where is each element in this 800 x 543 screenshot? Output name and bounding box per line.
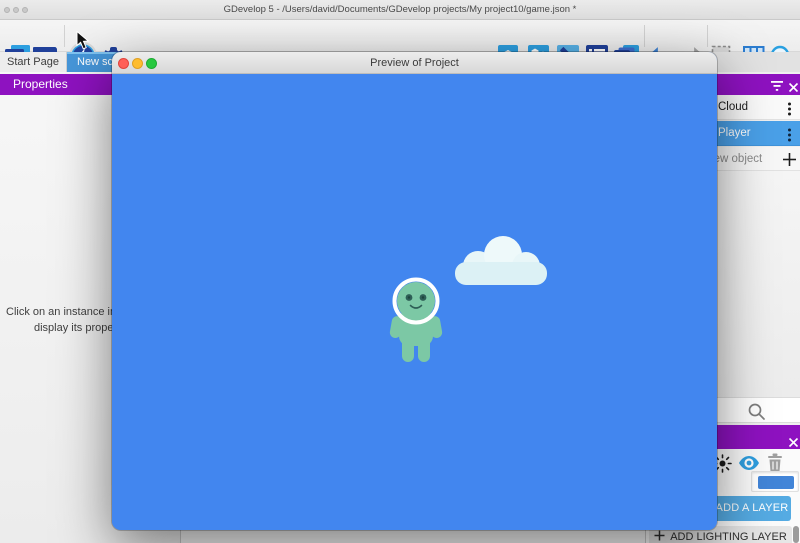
minimize-window-button[interactable] — [13, 7, 19, 13]
add-layer-button[interactable]: ADD A LAYER — [713, 496, 791, 521]
mouse-cursor — [76, 31, 91, 55]
zoom-window-button[interactable] — [22, 7, 28, 13]
toolbar-separator — [707, 25, 708, 47]
tab-start-page[interactable]: Start Page — [0, 52, 67, 72]
tab-label: Start Page — [7, 56, 59, 68]
toolbar-separator — [64, 25, 65, 47]
gdevelop-window: GDevelop 5 - /Users/david/Documents/GDev… — [0, 0, 800, 543]
horizontal-scrollbar[interactable] — [751, 471, 799, 492]
object-label: Cloud — [718, 95, 748, 120]
window-titlebar: GDevelop 5 - /Users/david/Documents/GDev… — [0, 0, 800, 20]
add-lighting-layer-label: ADD LIGHTING LAYER — [670, 531, 787, 543]
close-window-button[interactable] — [118, 58, 129, 69]
search-icon — [747, 402, 766, 426]
zoom-window-button[interactable] — [146, 58, 157, 69]
main-toolbar: 1:1 — [0, 20, 800, 52]
preview-window-title: Preview of Project — [112, 52, 717, 74]
object-label: Player — [718, 121, 751, 146]
scrollbar-thumb[interactable] — [758, 476, 794, 489]
plus-icon — [654, 530, 665, 543]
vertical-scrollbar[interactable] — [793, 526, 799, 543]
preview-window: Preview of Project — [112, 52, 717, 530]
close-window-button[interactable] — [4, 7, 10, 13]
window-title: GDevelop 5 - /Users/david/Documents/GDev… — [0, 0, 800, 20]
game-preview-canvas[interactable] — [112, 74, 717, 530]
properties-title: Properties — [13, 77, 68, 91]
toolbar-separator — [644, 25, 645, 47]
preview-titlebar[interactable]: Preview of Project — [112, 52, 717, 74]
minimize-window-button[interactable] — [132, 58, 143, 69]
